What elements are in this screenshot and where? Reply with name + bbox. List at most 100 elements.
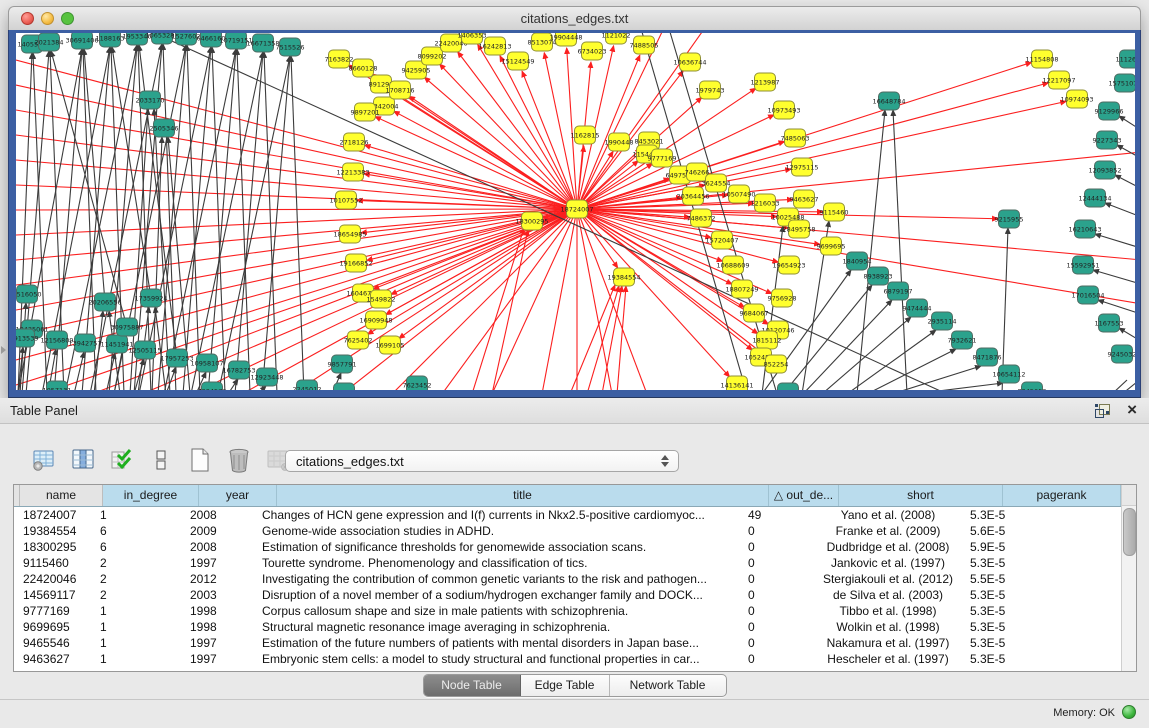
network-node[interactable]: 7623452 [403, 376, 432, 390]
network-node[interactable]: 1979743 [696, 81, 725, 99]
table-cell[interactable]: 1 [97, 651, 187, 667]
table-cell[interactable]: 1997 [187, 635, 259, 651]
table-cell[interactable]: 1 [97, 619, 187, 635]
network-node[interactable]: 10107552 [329, 191, 362, 209]
table-cell[interactable]: 0 [745, 555, 809, 571]
table-cell[interactable]: 0 [745, 539, 809, 555]
network-node[interactable]: 16648784 [872, 92, 905, 110]
network-node[interactable]: 9897201 [351, 103, 380, 121]
table-cell[interactable]: 5.3E-5 [967, 635, 1079, 651]
network-node[interactable]: 9474444 [903, 299, 932, 317]
table-cell[interactable]: 1998 [187, 603, 259, 619]
network-node[interactable]: 9227343 [1093, 131, 1122, 149]
network-node[interactable]: 9699695 [817, 237, 846, 255]
network-node[interactable]: 2935114 [928, 312, 957, 330]
network-node[interactable]: 17016504 [1071, 286, 1104, 304]
window-titlebar[interactable]: citations_edges.txt [8, 6, 1141, 31]
table-cell[interactable]: 2009 [187, 523, 259, 539]
table-cell[interactable]: 2008 [187, 507, 259, 523]
table-row[interactable]: 2242004622012Investigating the contribut… [14, 571, 1136, 587]
network-node[interactable]: 1699105 [376, 336, 405, 354]
network-node[interactable]: 12975115 [785, 158, 818, 176]
table-cell[interactable]: 0 [745, 571, 809, 587]
table-cell[interactable]: 0 [745, 603, 809, 619]
network-node[interactable]: 6879197 [884, 282, 913, 300]
table-cell[interactable]: 1 [97, 635, 187, 651]
network-node[interactable]: 8471876 [973, 348, 1002, 366]
network-node[interactable]: 7234570 [198, 382, 227, 390]
table-cell[interactable]: Estimation of significance thresholds fo… [259, 539, 745, 555]
network-node[interactable]: 1162815 [571, 126, 600, 144]
table-cell[interactable]: Stergiakouli et al. (2012) [809, 571, 967, 587]
network-node[interactable]: 19384554 [607, 268, 640, 286]
network-node[interactable]: 1188163 [96, 33, 125, 47]
table-cell[interactable]: Structural magnetic resonance image aver… [259, 619, 745, 635]
network-node[interactable]: 1840954 [843, 252, 872, 270]
table-row[interactable]: 911546021997Tourette syndrome. Phenomeno… [14, 555, 1136, 571]
network-node[interactable]: 10958107 [190, 354, 223, 372]
close-panel-icon[interactable]: × [1127, 400, 1137, 420]
network-node[interactable]: 16210643 [1068, 220, 1101, 238]
table-cell[interactable]: Embryonic stem cells: a model to study s… [259, 651, 745, 667]
network-node[interactable]: 1167553 [1095, 314, 1124, 332]
network-node[interactable]: 1112601 [1116, 50, 1135, 68]
network-node[interactable]: 852254 [764, 355, 789, 373]
table-cell[interactable]: 2 [97, 587, 187, 603]
new-file-icon[interactable] [186, 446, 214, 474]
network-node[interactable]: 2505346 [150, 119, 179, 137]
table-cell[interactable]: 5.3E-5 [967, 587, 1079, 603]
table-cell[interactable]: 2 [97, 555, 187, 571]
table-cell[interactable]: 22420046 [20, 571, 97, 587]
table-row[interactable]: 1938455462009Genome-wide association stu… [14, 523, 1136, 539]
table-cell[interactable]: 2008 [187, 539, 259, 555]
network-node[interactable]: 8660128 [349, 59, 378, 77]
column-header-in_degree[interactable]: in_degree [103, 485, 199, 506]
table-row[interactable]: 1872400712008Changes of HCN gene express… [14, 507, 1136, 523]
network-node[interactable]: 12444134 [1078, 189, 1111, 207]
table-cell[interactable]: 18300295 [20, 539, 97, 555]
table-cell[interactable]: 49 [745, 507, 809, 523]
network-node[interactable]: 7486372 [687, 209, 716, 227]
table-cell[interactable]: 0 [745, 619, 809, 635]
table-cell[interactable]: 5.9E-5 [967, 539, 1079, 555]
network-node[interactable]: 9777169 [648, 149, 677, 167]
network-node[interactable]: 1213987 [751, 73, 780, 91]
network-node[interactable]: 9684067 [740, 304, 769, 322]
vertical-scrollbar[interactable] [1121, 485, 1136, 671]
show-column-icon[interactable] [69, 446, 97, 474]
tab-node-table[interactable]: Node Table [424, 675, 521, 696]
table-cell[interactable]: 5.3E-5 [967, 651, 1079, 667]
float-panel-icon[interactable] [1095, 403, 1111, 419]
network-node[interactable]: 7932621 [948, 331, 977, 349]
table-row[interactable]: 969969511998Structural magnetic resonanc… [14, 619, 1136, 635]
tab-network-table[interactable]: Network Table [610, 675, 726, 696]
table-cell[interactable]: 1 [97, 507, 187, 523]
table-cell[interactable]: 0 [745, 651, 809, 667]
network-canvas[interactable]: 1405572202138430691406118816319533461065… [16, 33, 1135, 390]
column-header-title[interactable]: title [277, 485, 769, 506]
network-node[interactable]: 1815112 [753, 331, 782, 349]
network-node[interactable]: 2033170 [136, 91, 165, 109]
column-header-out_de[interactable]: △ out_de... [769, 485, 839, 506]
network-node[interactable]: 9215955 [995, 210, 1024, 228]
network-node[interactable]: 9857791 [328, 355, 357, 373]
table-cell[interactable]: Tibbo et al. (1998) [809, 603, 967, 619]
network-node[interactable]: 16242813 [478, 37, 511, 55]
network-node[interactable]: 15592951 [1066, 256, 1099, 274]
table-cell[interactable]: Changes of HCN gene expression and I(f) … [259, 507, 745, 523]
network-node[interactable]: 3624554 [702, 174, 731, 192]
table-cell[interactable]: Jankovic et al. (1997) [809, 555, 967, 571]
table-row[interactable]: 1830029562008Estimation of significance … [14, 539, 1136, 555]
table-cell[interactable]: Corpus callosum shape and size in male p… [259, 603, 745, 619]
table-cell[interactable]: de Silva et al. (2003) [809, 587, 967, 603]
select-columns-icon[interactable] [108, 446, 136, 474]
table-cell[interactable]: Tourette syndrome. Phenomenology and cla… [259, 555, 745, 571]
network-node[interactable]: 9245032 [1108, 345, 1135, 363]
table-selector-dropdown[interactable]: citations_edges.txt [285, 450, 679, 472]
table-cell[interactable]: 1998 [187, 619, 259, 635]
network-node[interactable]: 9115460 [820, 203, 849, 221]
table-cell[interactable]: Dudbridge et al. (2008) [809, 539, 967, 555]
table-row[interactable]: 977716911998Corpus callosum shape and si… [14, 603, 1136, 619]
network-node[interactable]: 7485063 [781, 129, 810, 147]
network-node[interactable]: 1783426 [774, 383, 803, 390]
